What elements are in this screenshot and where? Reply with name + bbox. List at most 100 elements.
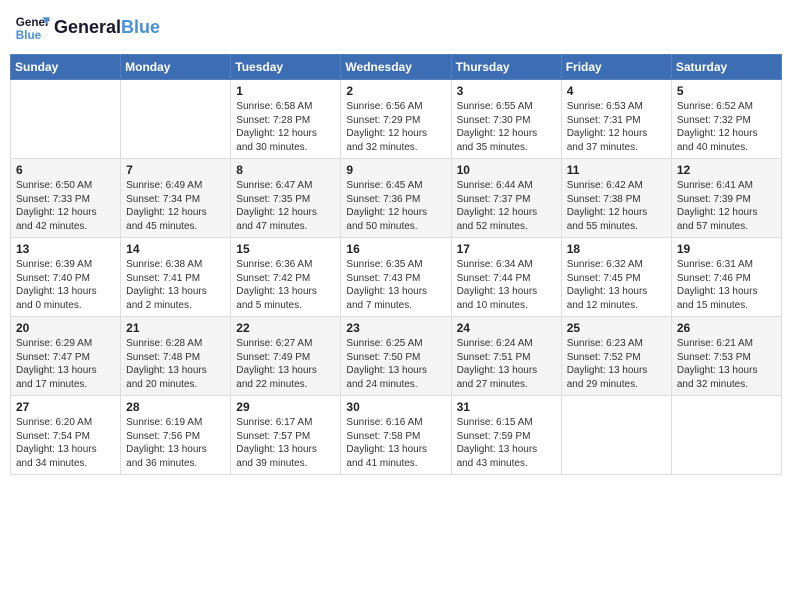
calendar-cell: 19 Sunrise: 6:31 AM Sunset: 7:46 PM Dayli… xyxy=(671,238,781,317)
day-info: Sunrise: 6:35 AM Sunset: 7:43 PM Dayligh… xyxy=(346,258,445,312)
calendar-cell: 30 Sunrise: 6:16 AM Sunset: 7:58 PM Dayli… xyxy=(341,396,451,475)
day-info: Sunrise: 6:44 AM Sunset: 7:37 PM Dayligh… xyxy=(457,179,556,233)
calendar-cell: 27 Sunrise: 6:20 AM Sunset: 7:54 PM Dayli… xyxy=(11,396,121,475)
calendar-cell: 10 Sunrise: 6:44 AM Sunset: 7:37 PM Dayli… xyxy=(451,159,561,238)
calendar-cell: 18 Sunrise: 6:32 AM Sunset: 7:45 PM Dayli… xyxy=(561,238,671,317)
day-info: Sunrise: 6:15 AM Sunset: 7:59 PM Dayligh… xyxy=(457,416,556,470)
calendar-cell: 16 Sunrise: 6:35 AM Sunset: 7:43 PM Dayli… xyxy=(341,238,451,317)
day-header-saturday: Saturday xyxy=(671,55,781,80)
calendar-cell: 12 Sunrise: 6:41 AM Sunset: 7:39 PM Dayli… xyxy=(671,159,781,238)
day-info: Sunrise: 6:17 AM Sunset: 7:57 PM Dayligh… xyxy=(236,416,335,470)
calendar-cell: 22Sunrise: 6:27 AM Sunset: 7:49 PM Dayli… xyxy=(231,317,341,396)
day-number: 24 xyxy=(457,321,556,335)
day-number: 10 xyxy=(457,163,556,177)
day-number: 15 xyxy=(236,242,335,256)
day-header-tuesday: Tuesday xyxy=(231,55,341,80)
day-number: 14 xyxy=(126,242,225,256)
calendar-cell: 26 Sunrise: 6:21 AM Sunset: 7:53 PM Dayli… xyxy=(671,317,781,396)
calendar-cell: 5Sunrise: 6:52 AM Sunset: 7:32 PM Daylig… xyxy=(671,80,781,159)
calendar-cell: 1 Sunrise: 6:58 AM Sunset: 7:28 PM Daylig… xyxy=(231,80,341,159)
calendar-cell: 14Sunrise: 6:38 AM Sunset: 7:41 PM Dayli… xyxy=(121,238,231,317)
day-number: 6 xyxy=(16,163,115,177)
day-number: 18 xyxy=(567,242,666,256)
calendar-cell: 20 Sunrise: 6:29 AM Sunset: 7:47 PM Dayli… xyxy=(11,317,121,396)
day-number: 26 xyxy=(677,321,776,335)
day-info: Sunrise: 6:56 AM Sunset: 7:29 PM Dayligh… xyxy=(346,100,445,154)
day-number: 31 xyxy=(457,400,556,414)
day-number: 22 xyxy=(236,321,335,335)
calendar-cell: 24Sunrise: 6:24 AM Sunset: 7:51 PM Dayli… xyxy=(451,317,561,396)
calendar-cell xyxy=(121,80,231,159)
day-info: Sunrise: 6:49 AM Sunset: 7:34 PM Dayligh… xyxy=(126,179,225,233)
calendar-cell: 11Sunrise: 6:42 AM Sunset: 7:38 PM Dayli… xyxy=(561,159,671,238)
day-number: 9 xyxy=(346,163,445,177)
day-number: 3 xyxy=(457,84,556,98)
day-number: 21 xyxy=(126,321,225,335)
day-header-monday: Monday xyxy=(121,55,231,80)
day-info: Sunrise: 6:25 AM Sunset: 7:50 PM Dayligh… xyxy=(346,337,445,391)
day-info: Sunrise: 6:42 AM Sunset: 7:38 PM Dayligh… xyxy=(567,179,666,233)
calendar-cell: 8Sunrise: 6:47 AM Sunset: 7:35 PM Daylig… xyxy=(231,159,341,238)
day-number: 4 xyxy=(567,84,666,98)
day-number: 23 xyxy=(346,321,445,335)
page-header: General Blue GeneralBlue xyxy=(10,10,782,46)
calendar-week-row: 20 Sunrise: 6:29 AM Sunset: 7:47 PM Dayli… xyxy=(11,317,782,396)
day-info: Sunrise: 6:21 AM Sunset: 7:53 PM Dayligh… xyxy=(677,337,776,391)
calendar-header-row: SundayMondayTuesdayWednesdayThursdayFrid… xyxy=(11,55,782,80)
calendar-cell: 15Sunrise: 6:36 AM Sunset: 7:42 PM Dayli… xyxy=(231,238,341,317)
logo-text: GeneralBlue xyxy=(54,18,160,38)
calendar-week-row: 1 Sunrise: 6:58 AM Sunset: 7:28 PM Daylig… xyxy=(11,80,782,159)
logo-icon: General Blue xyxy=(14,10,50,46)
day-number: 17 xyxy=(457,242,556,256)
day-number: 27 xyxy=(16,400,115,414)
day-info: Sunrise: 6:29 AM Sunset: 7:47 PM Dayligh… xyxy=(16,337,115,391)
calendar-cell: 17 Sunrise: 6:34 AM Sunset: 7:44 PM Dayli… xyxy=(451,238,561,317)
calendar-week-row: 27 Sunrise: 6:20 AM Sunset: 7:54 PM Dayli… xyxy=(11,396,782,475)
day-number: 30 xyxy=(346,400,445,414)
day-info: Sunrise: 6:47 AM Sunset: 7:35 PM Dayligh… xyxy=(236,179,335,233)
calendar-week-row: 13Sunrise: 6:39 AM Sunset: 7:40 PM Dayli… xyxy=(11,238,782,317)
calendar-cell: 13Sunrise: 6:39 AM Sunset: 7:40 PM Dayli… xyxy=(11,238,121,317)
calendar-cell: 4 Sunrise: 6:53 AM Sunset: 7:31 PM Daylig… xyxy=(561,80,671,159)
svg-text:Blue: Blue xyxy=(16,29,42,42)
calendar-cell: 6Sunrise: 6:50 AM Sunset: 7:33 PM Daylig… xyxy=(11,159,121,238)
day-info: Sunrise: 6:55 AM Sunset: 7:30 PM Dayligh… xyxy=(457,100,556,154)
day-number: 7 xyxy=(126,163,225,177)
calendar-cell: 31 Sunrise: 6:15 AM Sunset: 7:59 PM Dayli… xyxy=(451,396,561,475)
day-info: Sunrise: 6:19 AM Sunset: 7:56 PM Dayligh… xyxy=(126,416,225,470)
calendar-cell: 3 Sunrise: 6:55 AM Sunset: 7:30 PM Daylig… xyxy=(451,80,561,159)
calendar-cell xyxy=(561,396,671,475)
day-number: 13 xyxy=(16,242,115,256)
day-number: 29 xyxy=(236,400,335,414)
day-info: Sunrise: 6:58 AM Sunset: 7:28 PM Dayligh… xyxy=(236,100,335,154)
day-header-wednesday: Wednesday xyxy=(341,55,451,80)
day-info: Sunrise: 6:23 AM Sunset: 7:52 PM Dayligh… xyxy=(567,337,666,391)
day-number: 5 xyxy=(677,84,776,98)
day-info: Sunrise: 6:28 AM Sunset: 7:48 PM Dayligh… xyxy=(126,337,225,391)
calendar-cell: 9 Sunrise: 6:45 AM Sunset: 7:36 PM Daylig… xyxy=(341,159,451,238)
day-number: 12 xyxy=(677,163,776,177)
calendar-cell xyxy=(11,80,121,159)
calendar-cell: 2Sunrise: 6:56 AM Sunset: 7:29 PM Daylig… xyxy=(341,80,451,159)
calendar-cell: 23 Sunrise: 6:25 AM Sunset: 7:50 PM Dayli… xyxy=(341,317,451,396)
day-info: Sunrise: 6:34 AM Sunset: 7:44 PM Dayligh… xyxy=(457,258,556,312)
day-number: 20 xyxy=(16,321,115,335)
day-info: Sunrise: 6:45 AM Sunset: 7:36 PM Dayligh… xyxy=(346,179,445,233)
day-info: Sunrise: 6:16 AM Sunset: 7:58 PM Dayligh… xyxy=(346,416,445,470)
day-info: Sunrise: 6:32 AM Sunset: 7:45 PM Dayligh… xyxy=(567,258,666,312)
day-header-thursday: Thursday xyxy=(451,55,561,80)
day-number: 25 xyxy=(567,321,666,335)
day-number: 28 xyxy=(126,400,225,414)
calendar-cell: 21 Sunrise: 6:28 AM Sunset: 7:48 PM Dayli… xyxy=(121,317,231,396)
logo: General Blue GeneralBlue xyxy=(14,10,160,46)
day-info: Sunrise: 6:31 AM Sunset: 7:46 PM Dayligh… xyxy=(677,258,776,312)
calendar-week-row: 6Sunrise: 6:50 AM Sunset: 7:33 PM Daylig… xyxy=(11,159,782,238)
calendar-cell: 29 Sunrise: 6:17 AM Sunset: 7:57 PM Dayli… xyxy=(231,396,341,475)
day-info: Sunrise: 6:41 AM Sunset: 7:39 PM Dayligh… xyxy=(677,179,776,233)
calendar-table: SundayMondayTuesdayWednesdayThursdayFrid… xyxy=(10,54,782,475)
day-number: 16 xyxy=(346,242,445,256)
day-number: 1 xyxy=(236,84,335,98)
day-number: 19 xyxy=(677,242,776,256)
day-info: Sunrise: 6:53 AM Sunset: 7:31 PM Dayligh… xyxy=(567,100,666,154)
day-info: Sunrise: 6:20 AM Sunset: 7:54 PM Dayligh… xyxy=(16,416,115,470)
